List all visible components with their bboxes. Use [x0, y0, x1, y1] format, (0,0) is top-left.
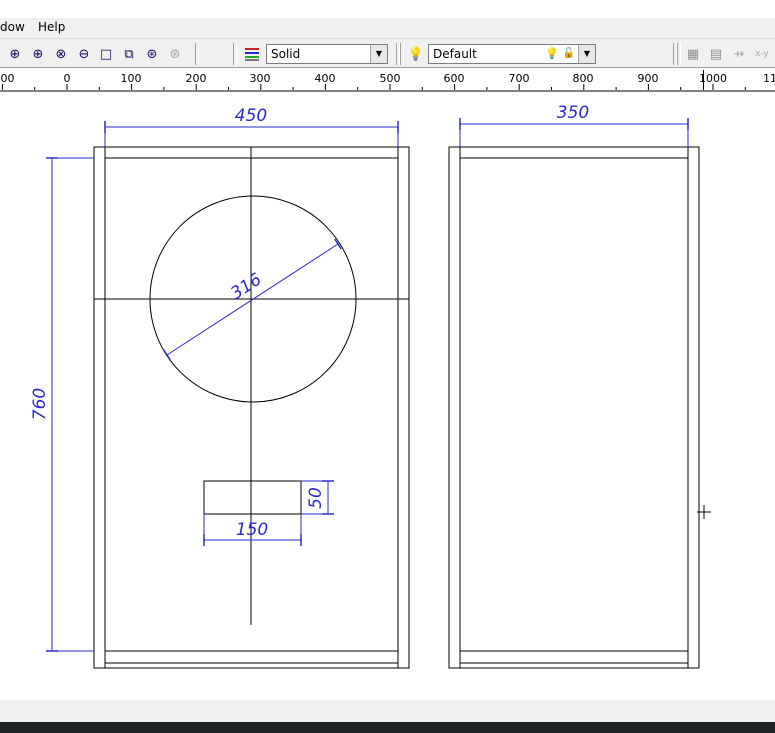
layer-select[interactable]: Default 💡 🔓 ▼ — [428, 44, 596, 64]
snap-icon[interactable]: ⇸ — [730, 45, 748, 63]
toolbar: ⊕ ⊕ ⊗ ⊖ □ ⧉ ⊛ ⊛ Solid ▼ 💡 Default 💡 🔓 ▼ … — [0, 38, 775, 68]
menu-help[interactable]: Help — [38, 20, 65, 34]
layer-on-icon: 💡 — [545, 47, 559, 60]
status-bar — [0, 700, 775, 722]
zoom-extents-icon[interactable]: □ — [97, 45, 115, 63]
dim-text-side-width: 350 — [557, 103, 589, 123]
menu-bar: dow Help — [0, 18, 775, 38]
side-view[interactable] — [448, 146, 700, 669]
zoom-realtime-icon[interactable]: ⊗ — [52, 45, 70, 63]
layer-value: Default — [433, 47, 477, 61]
ruler-label: 11 — [763, 72, 775, 85]
zoom-out-icon[interactable]: ⊖ — [75, 45, 93, 63]
ruler-label: 200 — [185, 72, 207, 85]
dimension-labels: 450 350 760 316 150 50 — [30, 103, 589, 540]
dim-text-front-width: 450 — [235, 106, 267, 126]
toolbar-separator — [400, 43, 404, 65]
zoom-in-icon[interactable]: ⊕ — [29, 45, 47, 63]
dim-text-height: 760 — [30, 388, 50, 420]
menu-window[interactable]: dow — [0, 20, 25, 34]
dim-text-port-height: 50 — [306, 487, 326, 509]
ruler-label: 100 — [120, 72, 142, 85]
drawing-canvas[interactable]: 450 350 760 316 150 50 — [0, 92, 775, 700]
ruler-label: 800 — [572, 72, 594, 85]
ruler-label: 700 — [508, 72, 530, 85]
toolbar-separator — [195, 43, 199, 65]
ruler-label: 400 — [314, 72, 336, 85]
table-icon[interactable]: ▤ — [707, 45, 725, 63]
xy-icon[interactable]: x-y — [753, 45, 771, 63]
line-style-select[interactable]: Solid ▼ — [266, 44, 388, 64]
lightbulb-icon[interactable]: 💡 — [407, 45, 425, 63]
taskbar — [0, 722, 775, 733]
zoom-previous-icon[interactable]: ⧉ — [120, 45, 138, 63]
chevron-down-icon[interactable]: ▼ — [578, 45, 595, 63]
side-outer-panel[interactable] — [448, 146, 700, 669]
toolbar-separator — [677, 43, 681, 65]
ruler-label: 300 — [249, 72, 271, 85]
unlock-icon: 🔓 — [562, 48, 575, 59]
ruler-label: 900 — [637, 72, 659, 85]
front-view[interactable] — [93, 146, 410, 669]
dim-text-port-width: 150 — [236, 520, 268, 540]
properties-icon[interactable]: ▦ — [684, 45, 702, 63]
ruler-cursor-marker — [703, 70, 704, 90]
ruler-label: 600 — [443, 72, 465, 85]
dimensions — [46, 118, 689, 652]
zoom-all-icon[interactable]: ⊛ — [166, 45, 184, 63]
zoom-dynamic-icon[interactable]: ⊛ — [143, 45, 161, 63]
linetype-icon[interactable] — [243, 45, 261, 63]
line-style-value: Solid — [271, 47, 301, 61]
ruler-label: 500 — [379, 72, 401, 85]
toolbar-separator — [233, 43, 237, 65]
port-opening[interactable] — [203, 480, 302, 515]
horizontal-ruler: 100 0 100 200 300 400 500 600 700 800 90… — [0, 68, 775, 92]
zoom-window-icon[interactable]: ⊕ — [6, 45, 24, 63]
ruler-label: 100 — [0, 72, 15, 85]
chevron-down-icon[interactable]: ▼ — [370, 45, 387, 63]
ruler-label: 0 — [63, 72, 71, 85]
